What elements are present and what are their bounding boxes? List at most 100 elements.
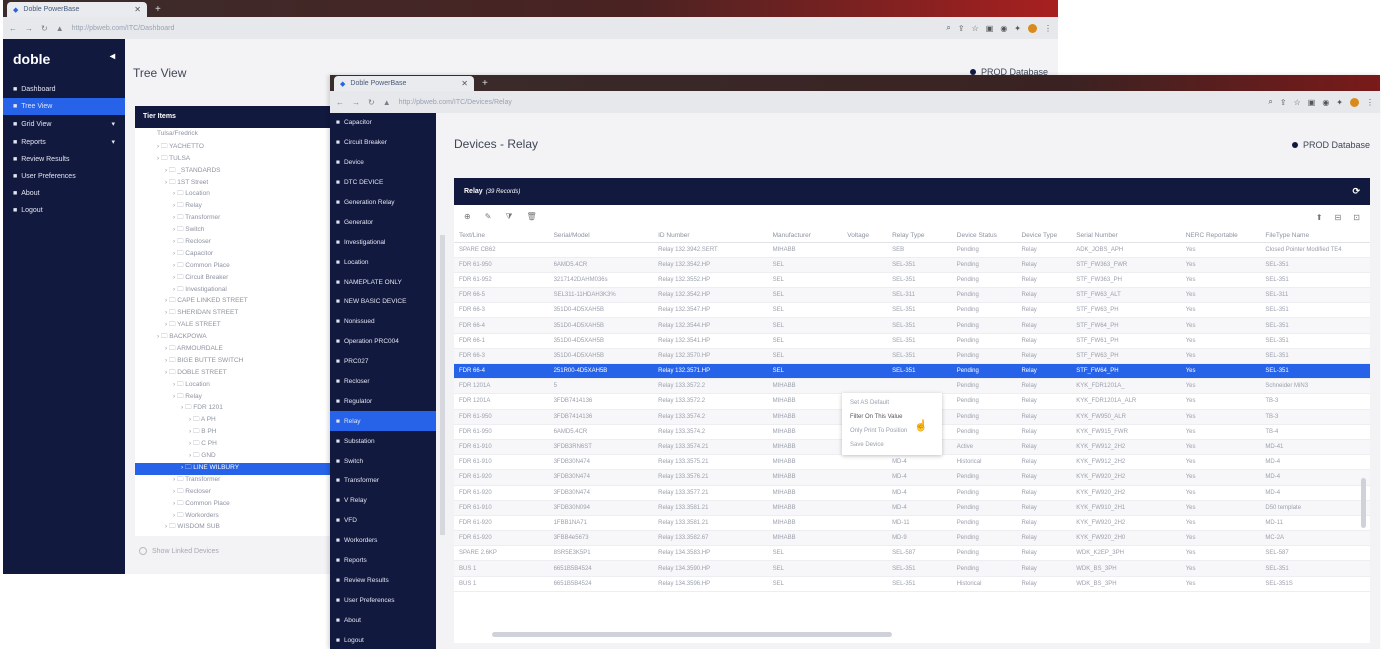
tree-node[interactable]: › 🗀 C PH — [135, 439, 341, 451]
share-icon[interactable]: ⇪ — [958, 24, 965, 33]
show-linked-devices-toggle[interactable]: Show Linked Devices — [139, 547, 219, 555]
nav-item-switch[interactable]: ■ Switch — [330, 451, 436, 471]
reload-icon[interactable]: ↻ — [41, 24, 48, 33]
tree-node[interactable]: › 🗀 Transformer — [135, 475, 341, 487]
tree-node[interactable]: › 🗀 Location — [135, 189, 341, 201]
tree-node[interactable]: › 🗀 Common Place — [135, 499, 341, 511]
nav-item-regulator[interactable]: ■ Regulator — [330, 391, 436, 411]
puzzle-icon[interactable]: ✦ — [1014, 24, 1021, 33]
nav-item-v-relay[interactable]: ■ V Relay — [330, 491, 436, 511]
table-row[interactable]: FDR 66-4 251R00-4D5XAH5B Relay 132.3571.HP… — [454, 363, 1370, 380]
nav-item-investigational[interactable]: ■ Investigational — [330, 232, 436, 252]
tree-node[interactable]: › 🗀 A PH — [135, 415, 341, 427]
tree-node[interactable]: › 🗀 Transformer — [135, 213, 341, 225]
toolbar-icon[interactable]: ✎ — [485, 212, 492, 222]
nav-item-capacitor[interactable]: ■ Capacitor — [330, 113, 436, 133]
table-row[interactable]: BUS 1 6651B5B4524 Relay 134.3590.HP SEL SEL-… — [454, 560, 1370, 577]
column-header[interactable]: Voltage — [842, 229, 888, 243]
tree-node[interactable]: › 🗀 Relay — [135, 392, 341, 404]
bookmark-star-icon[interactable]: ☆ — [1294, 98, 1301, 107]
table-row[interactable]: FDR 1201A 5 Relay 133.3572.2 MIHABB Pending R… — [454, 378, 1370, 395]
back-url-field[interactable]: http://pbweb.com/ITC/Dashboard — [72, 25, 175, 32]
close-tab-icon[interactable]: ✕ — [134, 5, 141, 14]
nav-item-logout[interactable]: ■ Logout — [330, 630, 436, 649]
sidebar-scrollbar[interactable] — [440, 235, 445, 535]
nav-item-grid-view[interactable]: ■ Grid View ▾ — [3, 115, 125, 133]
extension-icon[interactable]: ▣ — [986, 24, 994, 33]
tree-node[interactable]: › 🗀 Investigational — [135, 285, 341, 297]
nav-item-nonissued[interactable]: ■ Nonissued — [330, 312, 436, 332]
extension-icon[interactable]: ◉ — [1000, 24, 1007, 33]
nav-item-vfd[interactable]: ■ VFD — [330, 511, 436, 531]
nav-item-user-preferences[interactable]: ■ User Preferences — [330, 590, 436, 610]
reload-icon[interactable]: ↻ — [368, 98, 375, 107]
table-row[interactable]: FDR 66-5 SEL311-11HDAH3K3% Relay 132.3542.… — [454, 287, 1370, 304]
nav-item-substation[interactable]: ■ Substation — [330, 431, 436, 451]
refresh-icon[interactable]: ⟳ — [1352, 186, 1360, 197]
tree-node[interactable]: › 🗀 CAPE LINKED STREET — [135, 296, 341, 308]
back-arrow-icon[interactable]: ← — [336, 98, 344, 107]
table-row[interactable]: FDR 61-950 6AMD5.4CR Relay 132.3542.HP SEL S… — [454, 257, 1370, 273]
column-header[interactable]: Device Status — [951, 229, 1017, 243]
table-row[interactable]: FDR 66-1 351D0-4D5XAH5B Relay 132.3541.HP S… — [454, 333, 1370, 349]
column-header[interactable]: Relay Type — [887, 229, 952, 243]
puzzle-icon[interactable]: ✦ — [1336, 98, 1343, 107]
new-tab-icon[interactable]: + — [482, 76, 488, 91]
table-row[interactable]: FDR 61-920 3FDB30N474 Relay 133.3577.21 MIH… — [454, 485, 1370, 501]
nav-item-circuit-breaker[interactable]: ■ Circuit Breaker — [330, 133, 436, 153]
tree-node[interactable]: › 🗀 SHERIDAN STREET — [135, 308, 341, 320]
nav-item-about[interactable]: ■ About — [3, 185, 125, 202]
back-browser-tab[interactable]: ◆ Doble PowerBase ✕ — [7, 2, 147, 17]
table-row[interactable]: FDR 66-3 351D0-4D5XAH5B Relay 132.3547.HP S… — [454, 302, 1370, 319]
tree-node[interactable]: › 🗀 Relay — [135, 201, 341, 213]
security-icon[interactable]: ▲ — [383, 98, 391, 107]
table-row[interactable]: FDR 66-4 351D0-4D5XAH5B Relay 132.3544.HP S… — [454, 317, 1370, 334]
nav-item-tree-view[interactable]: ■ Tree View — [3, 98, 125, 115]
profile-avatar-icon[interactable] — [1028, 23, 1037, 33]
extension-icon[interactable]: ▣ — [1308, 98, 1316, 107]
table-row[interactable]: SPARE 2.6KP 8SR5E3K5P1 Relay 134.3583.HP SE… — [454, 545, 1370, 562]
nav-item-dashboard[interactable]: ■ Dashboard — [3, 81, 125, 98]
table-row[interactable]: FDR 61-910 3FDB30N094 Relay 133.3581.21 MIH… — [454, 500, 1370, 516]
menu-dots-icon[interactable]: ⋮ — [1366, 98, 1374, 107]
column-header[interactable]: Serial Number — [1071, 229, 1181, 243]
nav-item-reports[interactable]: ■ Reports ▾ — [3, 133, 125, 151]
radio-icon[interactable] — [139, 547, 147, 555]
tree-node[interactable]: › 🗀 1ST Street — [135, 178, 341, 190]
tree-node[interactable]: › 🗀 Circuit Breaker — [135, 273, 341, 285]
collapse-icon[interactable]: ◂ — [110, 51, 115, 67]
nav-item-prc027[interactable]: ■ PRC027 — [330, 352, 436, 372]
tree-node[interactable]: › 🗀 YACHETTO — [135, 142, 341, 154]
toolbar-icon[interactable]: 🗑 — [527, 212, 537, 222]
forward-arrow-icon[interactable]: → — [25, 24, 33, 33]
toolbar-icon[interactable]: ⊕ — [464, 212, 471, 222]
tree-node[interactable]: › 🗀 GND — [135, 451, 341, 463]
tree-node[interactable]: › 🗀 BACKPOWA — [135, 332, 341, 344]
column-header[interactable]: Serial/Model — [548, 229, 654, 243]
toolbar-icon[interactable]: ⊡ — [1353, 213, 1360, 222]
table-row[interactable]: FDR 61-920 1FBB1NA71 Relay 133.3581.21 MIHA… — [454, 515, 1370, 532]
nav-item-generation-relay[interactable]: ■ Generation Relay — [330, 193, 436, 213]
context-menu-item[interactable]: Save Device — [842, 438, 942, 452]
horizontal-scrollbar[interactable] — [492, 632, 892, 637]
tree-node[interactable]: › 🗀 Workorders — [135, 511, 341, 523]
vertical-scrollbar[interactable] — [1361, 478, 1366, 528]
tree-node[interactable]: › 🗀 FDR 1201 — [135, 403, 341, 415]
table-row[interactable]: FDR 61-920 3FDB30N474 Relay 133.3576.21 MIH… — [454, 469, 1370, 486]
back-arrow-icon[interactable]: ← — [9, 24, 17, 33]
nav-item-location[interactable]: ■ Location — [330, 252, 436, 272]
tree-node[interactable]: › 🗀 DOBLE STREET — [135, 368, 341, 380]
tree-node[interactable]: › 🗀 BIGE BUTTE SWITCH — [135, 356, 341, 368]
table-row[interactable]: FDR 61-910 3FDB30N474 Relay 133.3575.21 MIH… — [454, 454, 1370, 471]
tree-node[interactable]: › 🗀 ARMOURDALE — [135, 344, 341, 356]
nav-item-review-results[interactable]: ■ Review Results — [3, 151, 125, 168]
share-icon[interactable]: ⇪ — [1280, 98, 1287, 107]
table-row[interactable]: FDR 61-952 3217142DAHM036s Relay 132.3552.… — [454, 272, 1370, 289]
column-header[interactable]: ID Number — [653, 229, 768, 243]
table-row[interactable]: FDR 66-3 351D0-4D5XAH5B Relay 132.3570.HP S… — [454, 348, 1370, 365]
nav-item-about[interactable]: ■ About — [330, 610, 436, 630]
forward-arrow-icon[interactable]: → — [352, 98, 360, 107]
nav-item-relay[interactable]: ■ Relay — [330, 411, 436, 432]
tree-node[interactable]: › 🗀 Switch — [135, 225, 341, 237]
nav-item-reports[interactable]: ■ Reports — [330, 551, 436, 571]
